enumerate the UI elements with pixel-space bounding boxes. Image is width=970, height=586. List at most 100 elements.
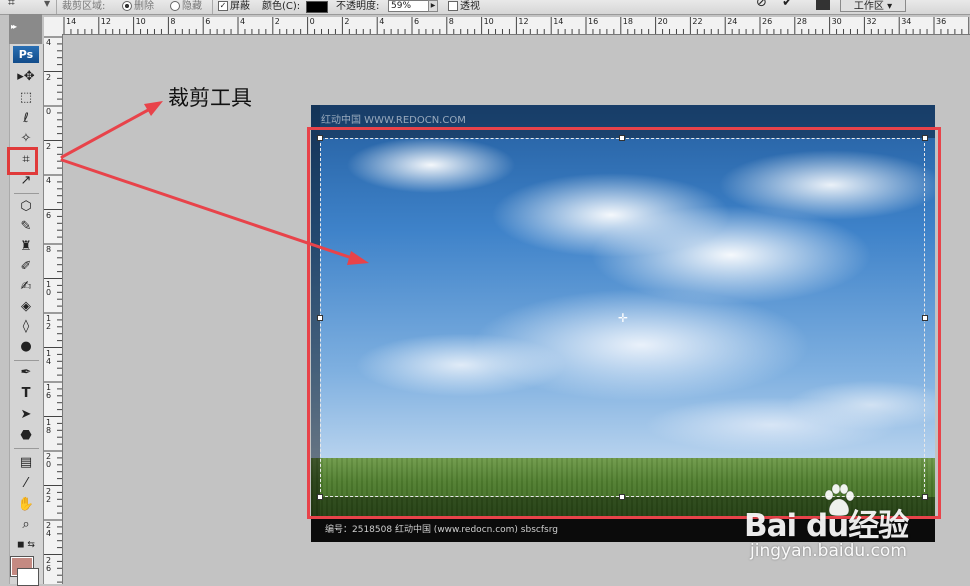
type-tool-icon[interactable]: T [15, 385, 37, 403]
hide-label: 隐藏 [182, 1, 202, 12]
color-label: 颜色(C): [262, 1, 301, 12]
history-brush-tool-icon[interactable]: ✐ [15, 258, 37, 276]
ruler-tick-label: 8 [170, 17, 176, 26]
brush-tool-icon[interactable]: ✎ [15, 218, 37, 236]
perspective-check-box[interactable] [448, 1, 458, 11]
arrow-head-label [144, 101, 163, 116]
ruler-tick-label: 2 [274, 17, 280, 26]
shield-checkbox[interactable]: ✓ 屏蔽 [218, 0, 250, 12]
opacity-slider-button[interactable]: ▶ [428, 0, 438, 12]
ruler-tick-label: 0 [46, 107, 52, 116]
zoom-tool-icon[interactable]: ⌕ [15, 516, 37, 534]
ruler-tick-label: 1 2 [46, 314, 52, 331]
ruler-tick-label: 6 [205, 17, 211, 26]
pen-tool-icon[interactable]: ✒ [15, 364, 37, 382]
ruler-tick-label: 34 [901, 17, 912, 26]
crop-area-label: 裁剪区域: [62, 1, 106, 12]
delete-radio[interactable]: 删除 [122, 0, 154, 12]
ruler-tick-label: 12 [518, 17, 529, 26]
vertical-ruler[interactable]: 4 2 0 2 4 6 8 1 0 1 2 1 4 1 6 1 8 2 0 2 2 2 4 2 6 [44, 34, 63, 584]
delete-radio-dot[interactable] [122, 1, 132, 11]
ruler-tick-label: 24 [727, 17, 738, 26]
eraser-tool-icon[interactable]: ✍ [15, 278, 37, 296]
dodge-tool-icon[interactable]: ● [15, 338, 37, 356]
toolbox-divider [14, 448, 39, 449]
ruler-tick-label: 2 [46, 72, 52, 82]
notes-tool-icon[interactable]: ▤ [15, 454, 37, 472]
magic-wand-tool-icon[interactable]: ✧ [15, 130, 37, 148]
ruler-tick-label: 16 [588, 17, 599, 26]
ruler-tick-label: 8 [46, 245, 52, 254]
separator [56, 0, 57, 14]
shield-check-icon[interactable]: ✓ [218, 1, 228, 11]
workspace-button[interactable]: 工作区 ▾ [840, 0, 906, 12]
ps-logo[interactable]: Ps [13, 46, 39, 63]
opacity-input[interactable]: 59% [388, 0, 432, 12]
default-colors-icon[interactable]: ◼ ⇆ [15, 536, 37, 554]
ruler-tick-label: 6 [46, 210, 52, 220]
ruler-tick-label: 28 [796, 17, 807, 26]
ruler-tick-label: 1 4 [46, 348, 52, 366]
ruler-tick-label: 1 6 [46, 383, 52, 400]
move-tool-icon[interactable]: ▸✥ [15, 68, 37, 86]
ruler-tick-label: 8 [448, 17, 454, 26]
ruler-tick-label: 4 [379, 17, 385, 26]
crop-tool-preset-icon[interactable]: ⌗ [8, 0, 15, 10]
toolbox: Ps ▸✥ ⬚ ℓ ✧ ⌗ ↗ ⬡ ✎ ♜ ✐ ✍ ◈ ◊ ● ✒ T ➤ ⬣ … [9, 44, 44, 584]
arrow-to-label [60, 107, 152, 159]
opacity-label: 不透明度: [336, 1, 380, 12]
ruler-tick-label: 10 [483, 17, 494, 26]
baidu-jingyan-logo: Bai du经验 [744, 508, 909, 544]
ruler-tick-label: 2 0 [46, 452, 52, 469]
delete-label: 删除 [134, 1, 154, 12]
toolbox-divider [14, 360, 39, 361]
ruler-tick-label: 12 [100, 17, 111, 26]
shield-color-swatch[interactable] [306, 1, 328, 13]
ruler-tick-label: 0 [309, 17, 315, 26]
collapse-toolbox-icon[interactable]: ▸▸ [11, 22, 17, 31]
ruler-origin[interactable] [44, 17, 63, 35]
shape-tool-icon[interactable]: ⬣ [15, 427, 37, 445]
paint-bucket-tool-icon[interactable]: ◈ [15, 298, 37, 316]
background-color-swatch[interactable] [17, 568, 39, 586]
horizontal-ruler[interactable]: 14 12 10 8 6 4 2 0 2 4 6 8 10 12 14 16 18 20 22 24 26 28 30 32 3… [62, 17, 970, 35]
preset-dropdown-icon[interactable]: ▼ [44, 0, 50, 8]
ruler-tick-label: 4 [46, 38, 52, 47]
options-bar: ⌗ ▼ 裁剪区域: 删除 隐藏 ✓ 屏蔽 颜色(C): 不透明度: 59% ▶ 透… [0, 0, 970, 15]
ruler-tick-label: 4 [240, 17, 246, 26]
ruler-tick-label: 36 [936, 17, 947, 26]
commit-crop-icon[interactable]: ✔ [782, 0, 793, 10]
eyedropper-sample-tool-icon[interactable]: ⁄ [15, 475, 37, 493]
clone-stamp-tool-icon[interactable]: ♜ [15, 238, 37, 256]
ruler-tick-label: 14 [553, 17, 564, 26]
hand-tool-icon[interactable]: ✋ [15, 496, 37, 514]
cancel-crop-icon[interactable]: ⊘ [756, 0, 767, 10]
crop-tool-highlight [7, 147, 38, 175]
ruler-tick-label: 4 [46, 176, 52, 185]
path-selection-tool-icon[interactable]: ➤ [15, 406, 37, 424]
marquee-tool-icon[interactable]: ⬚ [15, 89, 37, 107]
blur-tool-icon[interactable]: ◊ [15, 318, 37, 336]
perspective-label: 透视 [460, 1, 480, 12]
image-watermark: 红动中国 WWW.REDOCN.COM [321, 115, 466, 126]
workspace-label: 工作区 [853, 1, 884, 12]
opacity-value[interactable]: 59% [388, 0, 432, 12]
hide-radio[interactable]: 隐藏 [170, 0, 202, 12]
ruler-tick-label: 1 0 [46, 279, 52, 297]
ruler-tick-label: 10 [135, 17, 146, 26]
ruler-tick-label: 1 8 [46, 417, 52, 435]
perspective-checkbox[interactable]: 透视 [448, 0, 480, 12]
ruler-tick-label: 6 [414, 17, 420, 26]
toolbox-header[interactable]: ▸▸ [9, 14, 42, 44]
lasso-tool-icon[interactable]: ℓ [15, 110, 37, 128]
crop-area-highlight [307, 127, 941, 519]
ruler-tick-label: 22 [692, 17, 703, 26]
hide-radio-dot[interactable] [170, 1, 180, 11]
ruler-tick-label: 30 [831, 17, 842, 26]
ruler-tick-label: 32 [866, 17, 877, 26]
healing-brush-tool-icon[interactable]: ⬡ [15, 198, 37, 216]
ruler-tick-label: 2 [46, 141, 52, 151]
ruler-tick-label: 26 [762, 17, 773, 26]
baidu-jingyan-url: jingyan.baidu.com [750, 541, 907, 561]
workspace-icon[interactable] [816, 0, 830, 10]
